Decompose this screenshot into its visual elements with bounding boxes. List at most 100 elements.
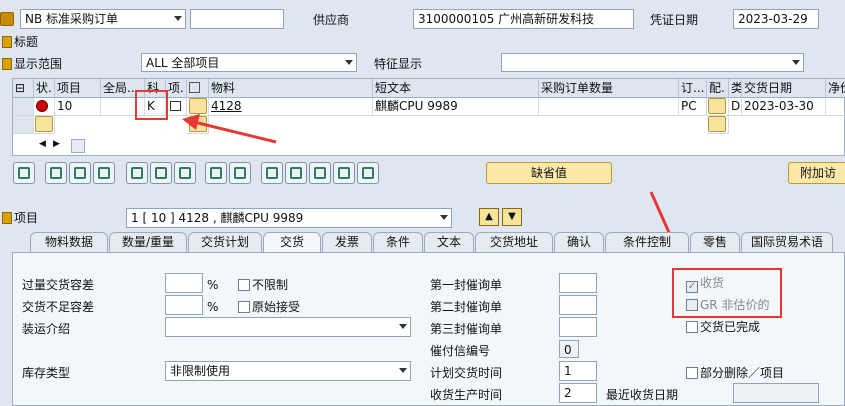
config-button[interactable] bbox=[708, 98, 726, 114]
doc-type-select[interactable]: NB 标准采购订单 bbox=[20, 9, 186, 29]
underdelivery-field[interactable] bbox=[165, 295, 203, 315]
tab-conditions[interactable]: 条件 bbox=[373, 232, 423, 252]
checkbox-icon[interactable] bbox=[686, 367, 698, 379]
tab-confirmation[interactable]: 确认 bbox=[554, 232, 604, 252]
tab-qty-weight[interactable]: 数量/重量 bbox=[109, 232, 187, 252]
tab-delivery[interactable]: 交货 bbox=[263, 232, 321, 252]
reminder1-label: 第一封催询单 bbox=[430, 278, 503, 292]
expand-icon[interactable] bbox=[2, 36, 12, 48]
reminder2-label: 第二封催询单 bbox=[430, 300, 503, 314]
expand-icon[interactable] bbox=[2, 58, 12, 70]
item-select[interactable]: 1 [ 10 ] 4128 , 麒麟CPU 9989 bbox=[126, 208, 452, 228]
chevron-down-icon bbox=[174, 16, 182, 21]
feature-display-select[interactable] bbox=[501, 53, 804, 72]
sum-button[interactable] bbox=[333, 162, 355, 184]
doc-number-field[interactable] bbox=[190, 9, 284, 29]
col-delivery-date[interactable]: 交货日期 bbox=[742, 79, 826, 98]
scroll-handle[interactable] bbox=[71, 139, 85, 153]
unlock-button[interactable] bbox=[174, 162, 196, 184]
row-selector[interactable] bbox=[13, 98, 34, 116]
partial-delete-checkbox[interactable]: 部分删除／项目 bbox=[686, 364, 784, 382]
export-button[interactable] bbox=[357, 162, 379, 184]
tab-condition-control[interactable]: 条件控制 bbox=[605, 232, 689, 252]
paste-button[interactable] bbox=[93, 162, 115, 184]
config-cell[interactable] bbox=[707, 98, 729, 116]
tab-delivery-schedule[interactable]: 交货计划 bbox=[188, 232, 262, 252]
delivery-date-cell[interactable]: 2023-03-30 bbox=[742, 98, 826, 116]
sort-desc-button[interactable] bbox=[285, 162, 307, 184]
next-item-button[interactable]: ▼ bbox=[502, 208, 522, 226]
empty-cell[interactable] bbox=[707, 116, 729, 134]
prev-item-button[interactable]: ▲ bbox=[479, 208, 499, 226]
default-values-button[interactable]: 缺省值 bbox=[486, 162, 612, 184]
lock-button[interactable] bbox=[150, 162, 172, 184]
doc-date-field[interactable]: 2023-03-29 bbox=[733, 9, 819, 29]
details-button[interactable] bbox=[13, 162, 35, 184]
select-all-icon[interactable]: ⊟ bbox=[13, 79, 34, 98]
delivery-completed-checkbox[interactable]: 交货已完成 bbox=[686, 318, 760, 336]
col-unit[interactable]: 订... bbox=[679, 79, 707, 98]
cat-cell[interactable]: D bbox=[729, 98, 742, 116]
checkbox-icon[interactable] bbox=[238, 301, 250, 313]
col-net-price[interactable]: 净价 bbox=[826, 79, 845, 98]
item-copy-button[interactable] bbox=[205, 162, 227, 184]
sort-asc-button[interactable] bbox=[261, 162, 283, 184]
copy-button[interactable] bbox=[69, 162, 91, 184]
reminder1-field[interactable] bbox=[559, 273, 597, 293]
chevron-down-icon bbox=[440, 215, 448, 220]
col-item-cat[interactable]: 项. bbox=[166, 79, 187, 98]
display-scope-value: ALL 全部项目 bbox=[146, 56, 220, 70]
shipping-instr-select[interactable] bbox=[165, 317, 411, 337]
vendor-field[interactable]: 3100000105 广州高新研发科技 bbox=[413, 9, 634, 29]
col-material[interactable]: 物料 bbox=[209, 79, 373, 98]
stock-type-select[interactable]: 非限制使用 bbox=[165, 361, 411, 381]
net-price-cell[interactable] bbox=[826, 98, 845, 116]
item-cell[interactable]: 10 bbox=[55, 98, 101, 116]
tab-invoice[interactable]: 发票 bbox=[322, 232, 372, 252]
original-accept-label: 原始接受 bbox=[252, 300, 301, 314]
row-selector[interactable] bbox=[13, 116, 34, 134]
empty-cell[interactable] bbox=[34, 116, 55, 134]
expand-icon[interactable] bbox=[2, 212, 12, 224]
col-status[interactable]: 状. bbox=[34, 79, 55, 98]
col-po-qty[interactable]: 采购订单数量 bbox=[539, 79, 679, 98]
tab-texts[interactable]: 文本 bbox=[424, 232, 474, 252]
filter-button[interactable] bbox=[309, 162, 331, 184]
checked-checkbox-icon: ✓ bbox=[686, 281, 698, 293]
unlimited-checkbox[interactable]: 不限制 bbox=[238, 276, 288, 294]
display-scope-select[interactable]: ALL 全部项目 bbox=[141, 53, 357, 72]
plan-delivery-label: 计划交货时间 bbox=[430, 366, 503, 380]
doc-date-label: 凭证日期 bbox=[650, 13, 699, 27]
table-button[interactable] bbox=[229, 162, 251, 184]
col-item[interactable]: 项目 bbox=[55, 79, 101, 98]
plan-delivery-field[interactable]: 1 bbox=[559, 361, 597, 381]
tab-delivery-address[interactable]: 交货地址 bbox=[475, 232, 553, 252]
col-config[interactable]: 配. bbox=[707, 79, 729, 98]
checkbox-icon[interactable] bbox=[686, 321, 698, 333]
additional-button[interactable]: 附加访 bbox=[788, 162, 845, 184]
col-material-icon[interactable] bbox=[187, 79, 209, 98]
config-button[interactable] bbox=[708, 116, 726, 132]
add-button[interactable] bbox=[45, 162, 67, 184]
goods-receipt-checkbox: ✓ 收货 bbox=[686, 274, 724, 293]
checkbox-icon[interactable] bbox=[238, 279, 250, 291]
delete-button[interactable] bbox=[126, 162, 148, 184]
red-dot-icon bbox=[36, 100, 48, 112]
tab-material-data[interactable]: 物料数据 bbox=[30, 232, 108, 252]
short-text-cell[interactable]: 麒麟CPU 9989 bbox=[373, 98, 539, 116]
col-short-text[interactable]: 短文本 bbox=[373, 79, 539, 98]
vendor-label: 供应商 bbox=[313, 13, 350, 27]
tab-retail[interactable]: 零售 bbox=[690, 232, 740, 252]
po-qty-cell[interactable] bbox=[539, 98, 679, 116]
col-cat[interactable]: 类 bbox=[729, 79, 742, 98]
overdelivery-field[interactable] bbox=[165, 273, 203, 293]
row-button[interactable] bbox=[35, 116, 53, 132]
scroll-right-icon[interactable]: ▶ bbox=[53, 139, 60, 149]
original-accept-checkbox[interactable]: 原始接受 bbox=[238, 298, 300, 316]
gr-processing-field[interactable]: 2 bbox=[559, 383, 597, 403]
tab-incoterms[interactable]: 国际贸易术语 bbox=[741, 232, 833, 252]
reminder2-field[interactable] bbox=[559, 295, 597, 315]
reminder3-field[interactable] bbox=[559, 317, 597, 337]
unit-cell[interactable]: PC bbox=[679, 98, 707, 116]
scroll-left-icon[interactable]: ◀ bbox=[39, 139, 46, 149]
